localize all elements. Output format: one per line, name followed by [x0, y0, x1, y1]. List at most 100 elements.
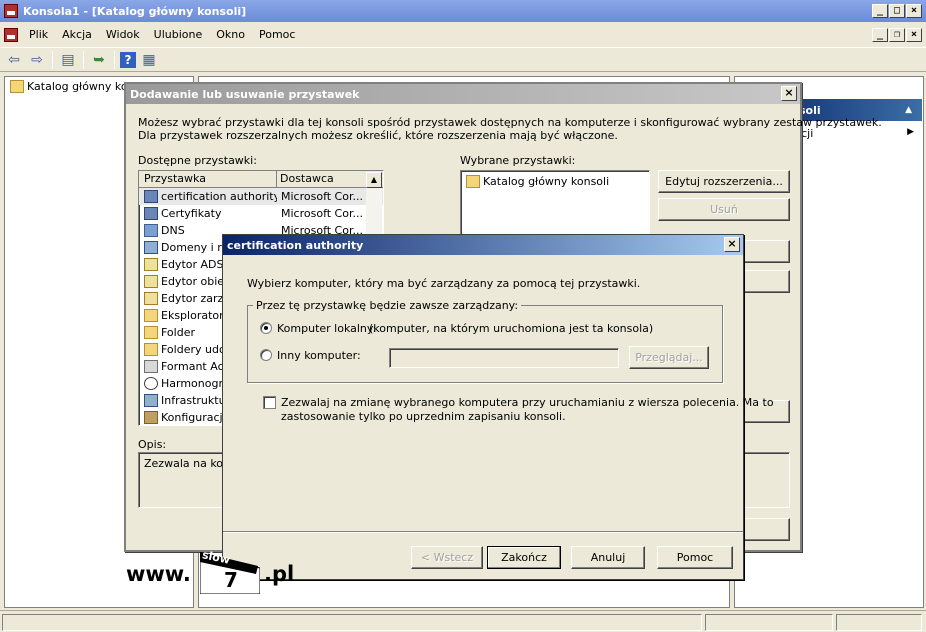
- folder-icon: [466, 175, 480, 188]
- back-button[interactable]: < Wstecz: [411, 546, 483, 569]
- help-icon[interactable]: ?: [120, 51, 136, 68]
- editor-icon: [144, 275, 158, 288]
- available-snapin-row[interactable]: certification authority Microsoft Cor...: [139, 188, 383, 205]
- list-header: Przystawka Dostawca: [139, 171, 383, 188]
- menu-window[interactable]: Okno: [209, 28, 252, 41]
- allow-change-label-2: zastosowanie tylko po uprzednim zapisani…: [281, 410, 566, 423]
- selected-item-label: Katalog główny konsoli: [483, 175, 610, 188]
- watermark-logo: www. slow 7 .pl: [126, 548, 306, 596]
- child-minimize-button[interactable]: _: [872, 28, 888, 42]
- snapin-vendor: Microsoft Cor...: [281, 190, 363, 203]
- tree-item-label: Katalog główny kon: [27, 80, 135, 93]
- intro-line-2: Dla przystawek rozszerzalnych możesz okr…: [138, 129, 618, 142]
- watermark-suffix: .pl: [264, 562, 295, 586]
- child-restore-button[interactable]: ❐: [889, 28, 905, 42]
- child-window-icon[interactable]: [4, 27, 18, 42]
- toolbar-separator: [52, 50, 53, 69]
- dialog-close-button[interactable]: ×: [781, 86, 797, 101]
- collapse-up-icon[interactable]: ▲: [905, 105, 912, 115]
- toolbar: ⇦ ⇨ ▤ ➥ ? ▦: [0, 48, 926, 72]
- main-title-bar[interactable]: Konsola1 - [Katalog główny konsoli] _ □ …: [0, 0, 926, 22]
- ca-dialog-title-bar[interactable]: certification authority ×: [223, 235, 743, 255]
- remove-button[interactable]: Usuń: [658, 198, 790, 221]
- toolbar-separator: [83, 50, 84, 69]
- activex-icon: [144, 360, 158, 373]
- status-panel-3: [836, 614, 922, 631]
- local-computer-label[interactable]: Komputer lokalny:: [277, 322, 376, 335]
- selected-snapins-label: Wybrane przystawki:: [460, 154, 576, 167]
- back-arrow-icon[interactable]: ⇦: [4, 51, 24, 69]
- toolbar-separator: [114, 50, 115, 69]
- ca-dialog-close-button[interactable]: ×: [724, 237, 740, 252]
- allow-change-label-1[interactable]: Zezwalaj na zmianę wybranego komputera p…: [281, 396, 774, 409]
- network-icon: [144, 394, 158, 407]
- badge-number: 7: [224, 568, 238, 592]
- forward-arrow-icon[interactable]: ⇨: [27, 51, 47, 69]
- folder-icon: [144, 309, 158, 322]
- column-header-vendor[interactable]: Dostawca: [277, 171, 363, 187]
- dialog-title-bar[interactable]: Dodawanie lub usuwanie przystawek ×: [126, 84, 800, 104]
- intro-line-1: Możesz wybrać przystawki dla tej konsoli…: [138, 116, 882, 129]
- config-icon: [144, 411, 158, 424]
- editor-icon: [144, 292, 158, 305]
- snapin-name: certification authority: [161, 190, 277, 203]
- certification-authority-dialog: certification authority × Wybierz komput…: [222, 234, 774, 580]
- local-computer-description: (komputer, na którym uruchomiona jest ta…: [369, 322, 654, 335]
- finish-button[interactable]: Zakończ: [487, 546, 561, 569]
- ca-dialog-title: certification authority: [227, 238, 364, 252]
- description-label: Opis:: [138, 438, 167, 451]
- window-title: Konsola1 - [Katalog główny konsoli]: [23, 4, 247, 18]
- folder-icon: [10, 80, 24, 93]
- editor-icon: [144, 258, 158, 271]
- maximize-button[interactable]: □: [889, 4, 905, 18]
- menu-favorites[interactable]: Ulubione: [147, 28, 210, 41]
- group-title: Przez tę przystawkę będzie zawsze zarząd…: [253, 299, 522, 312]
- menu-help[interactable]: Pomoc: [252, 28, 302, 41]
- folder-icon: [144, 326, 158, 339]
- show-tree-icon[interactable]: ▤: [58, 51, 78, 69]
- help-button[interactable]: Pomoc: [657, 546, 733, 569]
- column-header-snapin[interactable]: Przystawka: [139, 171, 277, 187]
- other-computer-radio[interactable]: [260, 349, 272, 361]
- certificates-icon: [144, 207, 158, 220]
- other-computer-input[interactable]: [389, 348, 619, 368]
- snapin-vendor: Microsoft Cor...: [281, 207, 363, 220]
- allow-change-checkbox[interactable]: [263, 396, 276, 409]
- submenu-arrow-icon: ▶: [907, 127, 914, 137]
- domains-icon: [144, 241, 158, 254]
- status-panel-main: [2, 614, 702, 631]
- button-separator: [223, 531, 743, 533]
- export-list-icon[interactable]: ➥: [89, 51, 109, 69]
- menu-file[interactable]: Plik: [22, 28, 55, 41]
- status-bar: [0, 610, 926, 632]
- selected-item[interactable]: Katalog główny konsoli: [461, 173, 649, 190]
- available-snapins-label: Dostępne przystawki:: [138, 154, 257, 167]
- other-computer-label[interactable]: Inny komputer:: [277, 349, 361, 362]
- snapin-name: Certyfikaty: [161, 207, 222, 220]
- browse-button[interactable]: Przeglądaj...: [629, 346, 709, 369]
- managed-computer-group: [247, 305, 723, 383]
- show-action-pane-icon[interactable]: ▦: [139, 51, 159, 69]
- child-close-button[interactable]: ×: [906, 28, 922, 42]
- console-app-icon: [4, 4, 18, 18]
- menu-view[interactable]: Widok: [99, 28, 147, 41]
- ca-intro: Wybierz komputer, który ma być zarządzan…: [247, 277, 641, 290]
- clock-icon: [144, 377, 158, 390]
- local-computer-radio[interactable]: [260, 322, 272, 334]
- shared-folders-icon: [144, 343, 158, 356]
- minimize-button[interactable]: _: [872, 4, 888, 18]
- status-panel-2: [705, 614, 833, 631]
- close-button[interactable]: ×: [906, 4, 922, 18]
- available-snapin-row[interactable]: Certyfikaty Microsoft Cor...: [139, 205, 383, 222]
- cancel-button[interactable]: Anuluj: [571, 546, 645, 569]
- dns-icon: [144, 224, 158, 237]
- edit-extensions-button[interactable]: Edytuj rozszerzenia...: [658, 170, 790, 193]
- description-text: Zezwala na konf: [144, 457, 234, 470]
- watermark-prefix: www.: [126, 562, 191, 586]
- menu-action[interactable]: Akcja: [55, 28, 99, 41]
- dialog-title: Dodawanie lub usuwanie przystawek: [130, 87, 360, 101]
- menu-bar: Plik Akcja Widok Ulubione Okno Pomoc _ ❐…: [0, 22, 926, 48]
- scroll-up-icon[interactable]: ▲: [366, 172, 382, 188]
- cert-icon: [144, 190, 158, 203]
- slow7-badge: slow 7: [199, 548, 261, 595]
